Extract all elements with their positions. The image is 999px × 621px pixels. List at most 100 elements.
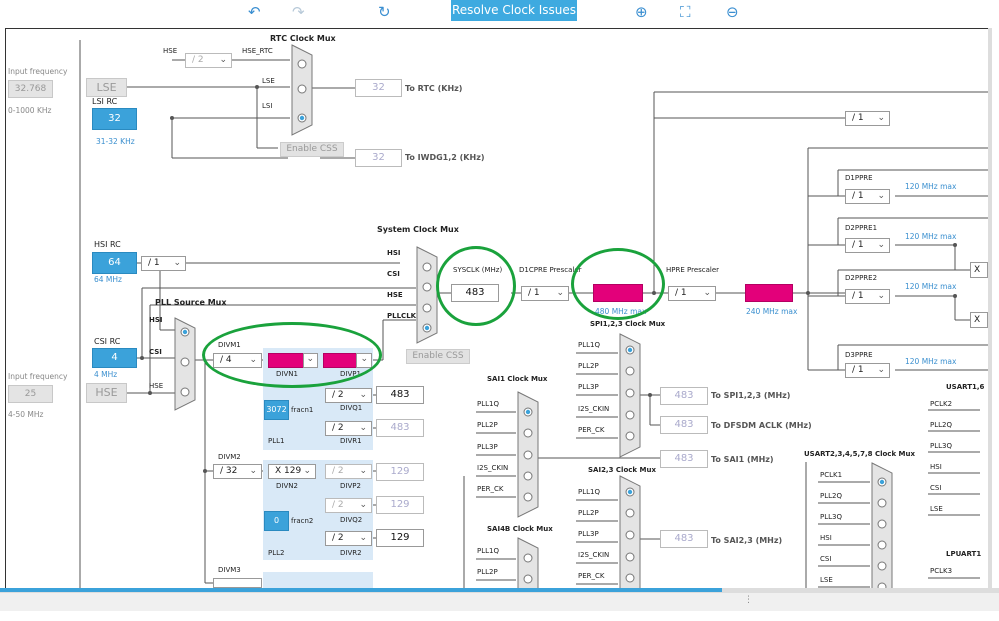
sai1-input-4: PER_CK — [477, 485, 504, 493]
hse-input-field[interactable]: 25 — [8, 385, 53, 403]
lpuart1-input-0: PCLK3 — [930, 567, 953, 575]
lse-oscillator[interactable]: LSE — [86, 78, 127, 97]
divm3-select[interactable] — [213, 578, 262, 588]
divr1-label: DIVR1 — [340, 437, 362, 445]
hse-oscillator[interactable]: HSE — [86, 383, 127, 403]
sys-enable-css-button[interactable]: Enable CSS — [406, 349, 470, 364]
rtc-output-value[interactable]: 32 — [355, 79, 402, 97]
lsi-rc-range: 31-32 KHz — [96, 137, 135, 146]
chevron-down-icon: ⌄ — [173, 258, 181, 268]
vertical-scrollbar[interactable] — [988, 28, 992, 588]
spi-output-label: To SPI1,2,3 (MHz) — [711, 391, 791, 400]
d3ppre-select[interactable]: / 1 ⌄ — [845, 363, 890, 378]
hse-rtc-divider[interactable]: / 2 ⌄ — [185, 53, 232, 68]
pll2-q-output[interactable]: 129 — [376, 496, 424, 514]
d1ppre-select[interactable]: / 1 ⌄ — [845, 189, 890, 204]
usart1-mux-title: USART1,6 — [946, 383, 985, 391]
dfsdm-output-value[interactable]: 483 — [660, 416, 708, 434]
rtc-lse-label: LSE — [262, 77, 275, 85]
divm2-select[interactable]: / 32 ⌄ — [213, 464, 262, 479]
rtc-lsi-label: LSI — [262, 102, 273, 110]
chevron-down-icon: ⌄ — [556, 288, 564, 298]
usart1-input-1: PLL2Q — [930, 421, 952, 429]
hpre-select[interactable]: / 1 ⌄ — [668, 286, 716, 301]
chevron-down-icon: ⌄ — [877, 113, 885, 123]
csi-rc-value[interactable]: 4 — [92, 348, 137, 368]
chevron-down-icon: ⌄ — [359, 423, 367, 433]
hsi-rc-value[interactable]: 64 — [92, 252, 137, 274]
sai4b-input-0: PLL1Q — [477, 547, 499, 555]
sai23-input-3: I2S_CKIN — [578, 551, 610, 559]
sai23-input-0: PLL1Q — [578, 488, 600, 496]
sai1-input-2: PLL3P — [477, 443, 498, 451]
drag-handle-icon[interactable]: ⋮ — [744, 595, 753, 605]
lsi-rc-value[interactable]: 32 — [92, 108, 137, 130]
fracn1-value[interactable]: 3072 — [264, 400, 289, 420]
lsi-rc-label: LSI RC — [92, 97, 118, 106]
lse-input-field[interactable]: 32.768 — [8, 80, 53, 98]
pll2-r-output[interactable]: 129 — [376, 529, 424, 547]
chevron-down-icon: ⌄ — [359, 466, 367, 476]
sai1-input-0: PLL1Q — [477, 400, 499, 408]
hsi-rc-label: HSI RC — [94, 240, 121, 249]
rtc-mux-title: RTC Clock Mux — [270, 34, 336, 43]
fracn1-label: fracn1 — [291, 406, 314, 414]
sai4b-mux-title: SAI4B Clock Mux — [487, 525, 553, 533]
sysmux-pllclk: PLLCLK — [387, 312, 417, 320]
sai1-output-value[interactable]: 483 — [660, 450, 708, 468]
chevron-down-icon: ⌄ — [877, 191, 885, 201]
chevron-down-icon: ⌄ — [249, 466, 257, 476]
fracn2-label: fracn2 — [291, 517, 314, 525]
sai23-input-4: PER_CK — [578, 572, 605, 580]
pll1-p-output[interactable]: 483 — [376, 386, 424, 404]
d3ppre-max: 120 MHz max — [905, 357, 957, 366]
chevron-down-icon: ⌄ — [877, 291, 885, 301]
d2ppre2-label: D2PPRE2 — [845, 274, 878, 282]
rtc-enable-css-button[interactable]: Enable CSS — [280, 142, 344, 157]
iwdg-output-label: To IWDG1,2 (KHz) — [405, 153, 485, 162]
divr1-select[interactable]: / 2 ⌄ — [325, 421, 372, 436]
chevron-down-icon: ⌄ — [877, 240, 885, 250]
top-right-divider[interactable]: / 1 ⌄ — [845, 111, 890, 126]
spi123-mux-title: SPI1,2,3 Clock Mux — [590, 320, 666, 328]
spi-output-value[interactable]: 483 — [660, 387, 708, 405]
spi-input-0: PLL1Q — [578, 341, 600, 349]
d2ppre1-select[interactable]: / 1 ⌄ — [845, 238, 890, 253]
fracn2-value[interactable]: 0 — [264, 511, 289, 531]
spi-input-1: PLL2P — [578, 362, 599, 370]
usart2-input-4: CSI — [820, 555, 832, 563]
pll1-r-output[interactable]: 483 — [376, 419, 424, 437]
usart1-input-5: LSE — [930, 505, 943, 513]
hsi-divider[interactable]: / 1 ⌄ — [141, 256, 186, 271]
divq1-select[interactable]: / 2 ⌄ — [325, 388, 372, 403]
pll-source-mux-title: PLL Source Mux — [155, 298, 227, 307]
usart2-input-1: PLL2Q — [820, 492, 842, 500]
csi-rc-label: CSI RC — [94, 337, 121, 346]
divr2-label: DIVR2 — [340, 549, 362, 557]
hse-rtc-label: HSE_RTC — [242, 47, 273, 55]
sai23-input-1: PLL2P — [578, 509, 599, 517]
pll2-name: PLL2 — [268, 549, 285, 557]
x-multiplier-2[interactable]: X — [970, 312, 988, 328]
pll2-p-output[interactable]: 129 — [376, 463, 424, 481]
x-multiplier-1[interactable]: X — [970, 262, 988, 278]
divr2-select[interactable]: / 2 ⌄ — [325, 531, 372, 546]
divq2-select[interactable]: / 2 ⌄ — [325, 498, 372, 513]
sysmux-csi: CSI — [387, 270, 400, 278]
d3ppre-label: D3PPRE — [845, 351, 873, 359]
divn2-select[interactable]: X 129 ⌄ — [268, 464, 316, 479]
hpre-output-error[interactable] — [745, 284, 793, 302]
d2ppre2-select[interactable]: / 1 ⌄ — [845, 289, 890, 304]
sai23-output-value[interactable]: 483 — [660, 530, 708, 548]
d2ppre1-label: D2PPRE1 — [845, 224, 878, 232]
chevron-down-icon: ⌄ — [877, 365, 885, 375]
usart2-input-2: PLL3Q — [820, 513, 842, 521]
d1ppre-label: D1PPRE — [845, 174, 873, 182]
usart2-input-3: HSI — [820, 534, 832, 542]
divp2-select[interactable]: / 2 ⌄ — [325, 464, 372, 479]
iwdg-output-value[interactable]: 32 — [355, 149, 402, 167]
chevron-down-icon: ⌄ — [303, 466, 311, 476]
rtc-hse-label: HSE — [163, 47, 178, 55]
d1cpre-select[interactable]: / 1 ⌄ — [521, 286, 569, 301]
usart1-input-4: CSI — [930, 484, 942, 492]
